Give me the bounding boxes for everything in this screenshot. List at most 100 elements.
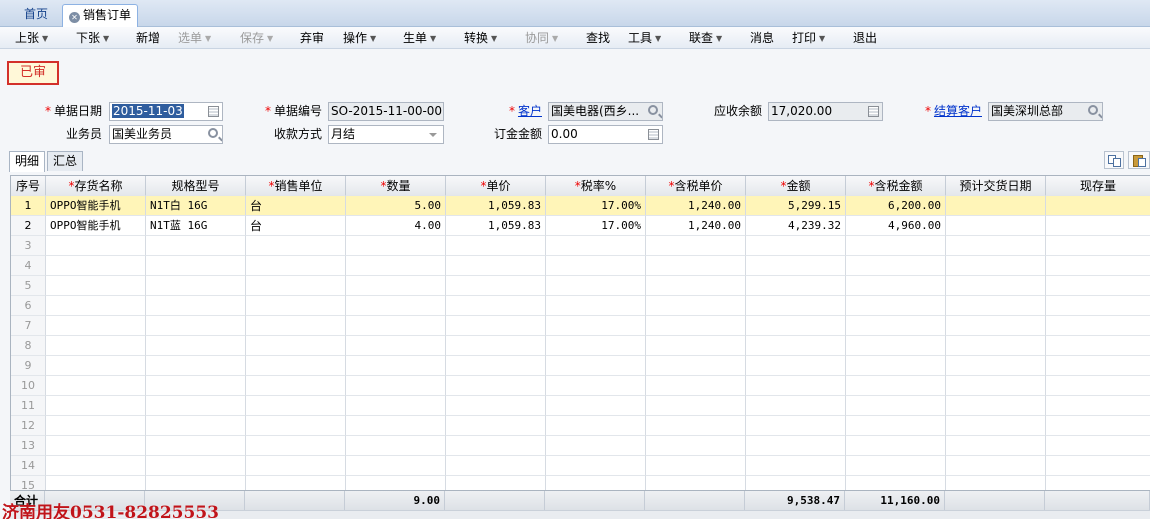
toolbar-button-4[interactable]: 保存 ▼ bbox=[240, 30, 273, 46]
cell-amount[interactable] bbox=[746, 276, 846, 296]
cell-unit[interactable] bbox=[246, 316, 346, 336]
cell-spec[interactable] bbox=[146, 436, 246, 456]
column-header[interactable]: *销售单位 bbox=[246, 176, 346, 196]
toolbar-button-6[interactable]: 操作 ▼ bbox=[343, 30, 376, 46]
empty-row[interactable]: 3 bbox=[11, 236, 1150, 256]
cell-seq[interactable]: 13 bbox=[11, 436, 46, 456]
cell-qty[interactable] bbox=[346, 356, 446, 376]
cell-unit[interactable] bbox=[246, 456, 346, 476]
column-header[interactable]: *存货名称 bbox=[46, 176, 146, 196]
cell-qty[interactable] bbox=[346, 436, 446, 456]
cell-taxamount[interactable] bbox=[846, 436, 946, 456]
empty-row[interactable]: 14 bbox=[11, 456, 1150, 476]
cell-seq[interactable]: 11 bbox=[11, 396, 46, 416]
cell-taxamount[interactable] bbox=[846, 236, 946, 256]
calendar-icon[interactable] bbox=[208, 106, 219, 117]
toolbar-button-1[interactable]: 下张 ▼ bbox=[76, 30, 109, 46]
cell-delivery[interactable] bbox=[946, 296, 1046, 316]
empty-row[interactable]: 7 bbox=[11, 316, 1150, 336]
cell-qty[interactable] bbox=[346, 256, 446, 276]
cell-taxamount[interactable]: 6,200.00 bbox=[846, 196, 946, 216]
cell-unit[interactable] bbox=[246, 256, 346, 276]
settle-customer-label[interactable]: * 结算客户 bbox=[916, 102, 982, 120]
cell-seq[interactable]: 3 bbox=[11, 236, 46, 256]
cell-taxprice[interactable]: 1,240.00 bbox=[646, 196, 746, 216]
cell-unit[interactable] bbox=[246, 236, 346, 256]
cell-unit[interactable] bbox=[246, 396, 346, 416]
payment-select[interactable]: 月结 bbox=[328, 125, 444, 144]
cell-delivery[interactable] bbox=[946, 436, 1046, 456]
cell-delivery[interactable] bbox=[946, 236, 1046, 256]
column-header[interactable]: *数量 bbox=[346, 176, 446, 196]
cell-unit[interactable]: 台 bbox=[246, 216, 346, 236]
cell-unit[interactable] bbox=[246, 296, 346, 316]
cell-tax[interactable] bbox=[546, 436, 646, 456]
cell-seq[interactable]: 6 bbox=[11, 296, 46, 316]
cell-amount[interactable] bbox=[746, 296, 846, 316]
cell-delivery[interactable] bbox=[946, 196, 1046, 216]
cell-tax[interactable] bbox=[546, 316, 646, 336]
cell-seq[interactable]: 10 bbox=[11, 376, 46, 396]
cell-seq[interactable]: 12 bbox=[11, 416, 46, 436]
cell-price[interactable] bbox=[446, 396, 546, 416]
cell-tax[interactable] bbox=[546, 396, 646, 416]
chevron-down-icon[interactable] bbox=[429, 133, 437, 137]
cell-stock[interactable] bbox=[1046, 376, 1150, 396]
cell-qty[interactable] bbox=[346, 316, 446, 336]
cell-amount[interactable] bbox=[746, 376, 846, 396]
column-header[interactable]: 现存量 bbox=[1046, 176, 1150, 196]
paste-icon[interactable] bbox=[1128, 151, 1150, 169]
cell-taxamount[interactable] bbox=[846, 296, 946, 316]
cell-unit[interactable] bbox=[246, 356, 346, 376]
cell-amount[interactable] bbox=[746, 436, 846, 456]
cell-tax[interactable] bbox=[546, 356, 646, 376]
cell-delivery[interactable] bbox=[946, 396, 1046, 416]
column-header[interactable]: 序号 bbox=[11, 176, 46, 196]
toolbar-button-5[interactable]: 弃审 bbox=[300, 30, 324, 46]
cell-taxamount[interactable] bbox=[846, 416, 946, 436]
cell-taxprice[interactable] bbox=[646, 296, 746, 316]
cell-seq[interactable]: 9 bbox=[11, 356, 46, 376]
cell-price[interactable] bbox=[446, 236, 546, 256]
cell-qty[interactable] bbox=[346, 276, 446, 296]
cell-taxprice[interactable] bbox=[646, 356, 746, 376]
empty-row[interactable]: 4 bbox=[11, 256, 1150, 276]
cell-taxprice[interactable]: 1,240.00 bbox=[646, 216, 746, 236]
cell-delivery[interactable] bbox=[946, 356, 1046, 376]
cell-seq[interactable]: 8 bbox=[11, 336, 46, 356]
cell-amount[interactable] bbox=[746, 456, 846, 476]
column-header[interactable]: *含税单价 bbox=[646, 176, 746, 196]
cell-qty[interactable]: 5.00 bbox=[346, 196, 446, 216]
cell-taxprice[interactable] bbox=[646, 396, 746, 416]
cell-amount[interactable] bbox=[746, 316, 846, 336]
date-field[interactable]: 2015-11-03 bbox=[109, 102, 223, 121]
cell-delivery[interactable] bbox=[946, 276, 1046, 296]
empty-row[interactable]: 6 bbox=[11, 296, 1150, 316]
cell-qty[interactable]: 4.00 bbox=[346, 216, 446, 236]
cell-seq[interactable]: 7 bbox=[11, 316, 46, 336]
cell-tax[interactable]: 17.00% bbox=[546, 216, 646, 236]
cell-tax[interactable] bbox=[546, 336, 646, 356]
cell-price[interactable] bbox=[446, 296, 546, 316]
empty-row[interactable]: 11 bbox=[11, 396, 1150, 416]
cell-amount[interactable] bbox=[746, 336, 846, 356]
cell-stock[interactable] bbox=[1046, 316, 1150, 336]
cell-delivery[interactable] bbox=[946, 336, 1046, 356]
cell-spec[interactable] bbox=[146, 276, 246, 296]
cell-amount[interactable] bbox=[746, 256, 846, 276]
cell-name[interactable] bbox=[46, 316, 146, 336]
cell-taxprice[interactable] bbox=[646, 456, 746, 476]
toolbar-button-15[interactable]: 退出 bbox=[853, 30, 877, 46]
cell-taxprice[interactable] bbox=[646, 376, 746, 396]
cell-delivery[interactable] bbox=[946, 456, 1046, 476]
customer-field[interactable]: 国美电器(西乡... bbox=[548, 102, 663, 121]
cell-unit[interactable] bbox=[246, 276, 346, 296]
cell-name[interactable] bbox=[46, 256, 146, 276]
cell-taxamount[interactable] bbox=[846, 456, 946, 476]
toolbar-button-11[interactable]: 工具 ▼ bbox=[628, 30, 661, 46]
cell-stock[interactable] bbox=[1046, 456, 1150, 476]
cell-name[interactable] bbox=[46, 276, 146, 296]
customer-label[interactable]: * 客户 bbox=[500, 102, 542, 120]
calculator-icon[interactable] bbox=[648, 129, 659, 140]
cell-spec[interactable] bbox=[146, 336, 246, 356]
